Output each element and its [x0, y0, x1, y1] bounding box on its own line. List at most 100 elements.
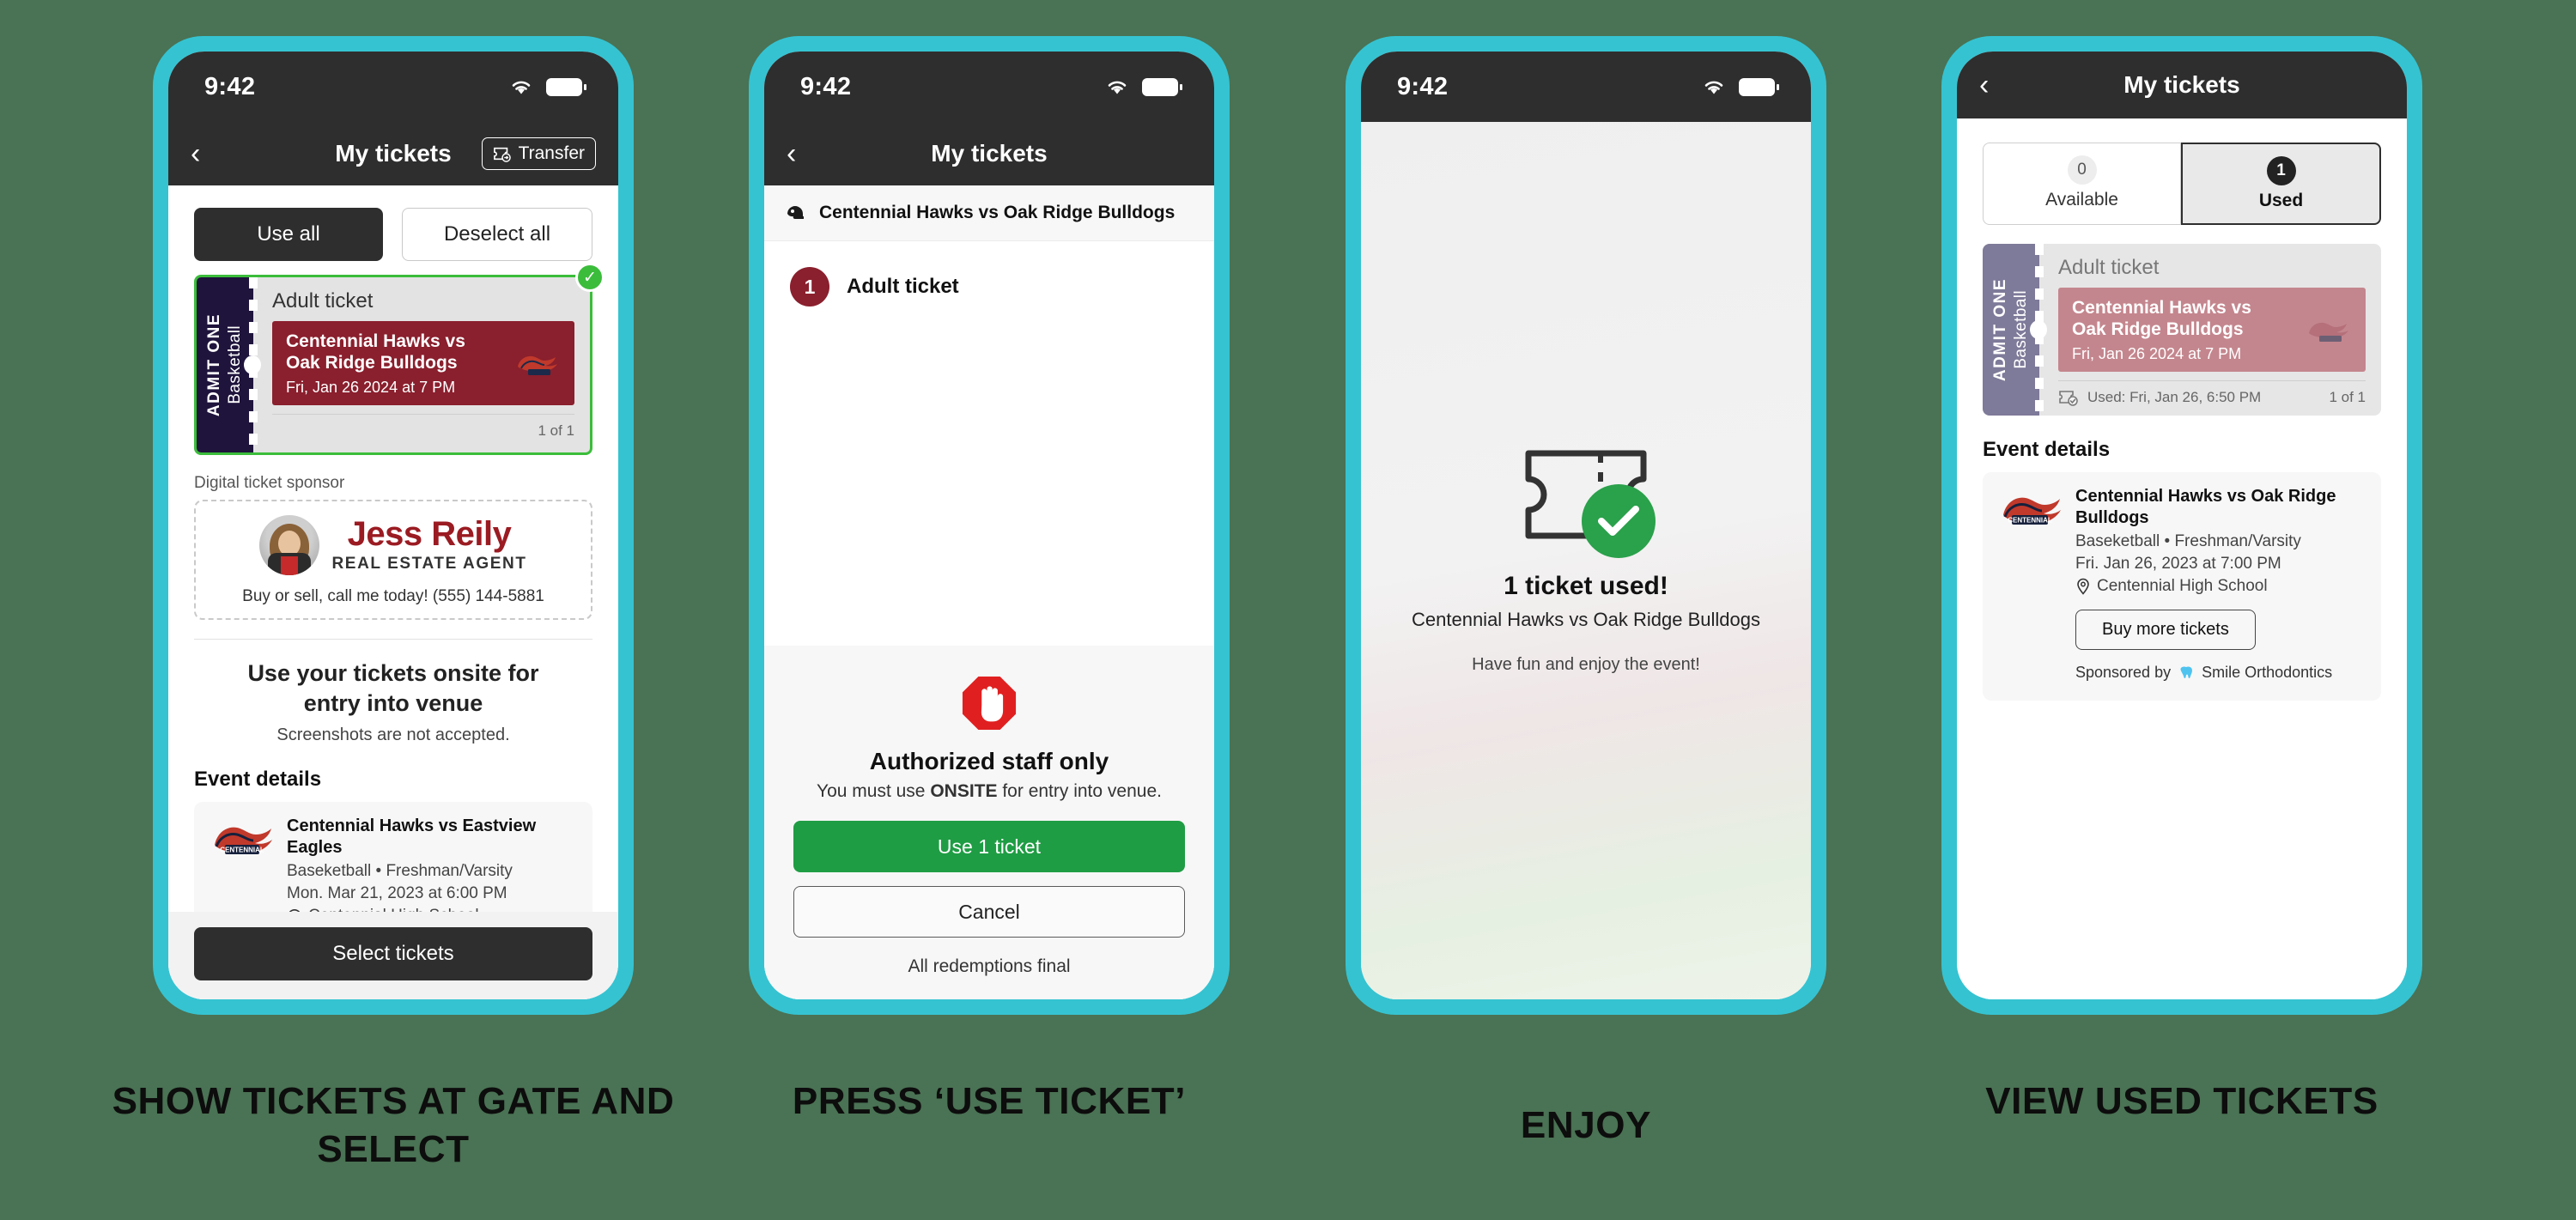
use-all-button[interactable]: Use all	[194, 208, 383, 261]
deselect-all-button[interactable]: Deselect all	[402, 208, 592, 261]
ticket-main: Adult ticket Centennial Hawks vs Oak Rid…	[253, 277, 590, 452]
ticket-stub: ADMIT ONE Basketball	[197, 277, 261, 452]
select-tickets-bar: Select tickets	[168, 912, 618, 999]
ticket-card[interactable]: ADMIT ONE Basketball Adult ticket Centen…	[194, 275, 592, 455]
confirm-sheet: Authorized staff only You must use ONSIT…	[764, 646, 1214, 999]
page-title: My tickets	[931, 140, 1048, 167]
ticket-count: 1 of 1	[2329, 389, 2366, 405]
wifi-icon	[512, 81, 531, 94]
location-pin-icon	[2077, 578, 2089, 595]
sponsor-name: Smile Orthodontics	[2202, 664, 2333, 681]
phone-3-enjoy: 9:42 1 ticket used! Centennial Hawks vs …	[1346, 36, 1826, 1015]
status-indicators	[1701, 77, 1779, 96]
event-datetime: Fri. Jan 26, 2023 at 7:00 PM	[2075, 555, 2281, 573]
onsite-subtitle: Screenshots are not accepted.	[276, 725, 510, 745]
ticket-main: Adult ticket Centennial Hawks vs Oak Rid…	[2039, 244, 2381, 416]
tab-available-label: Available	[2045, 190, 2118, 209]
battery-icon	[1142, 77, 1182, 96]
ticket-count: 1 of 1	[538, 422, 574, 439]
use-ticket-button[interactable]: Use 1 ticket	[793, 821, 1185, 872]
phone-3-screen: 9:42 1 ticket used! Centennial Hawks vs …	[1361, 52, 1811, 999]
buy-more-tickets-button[interactable]: Buy more tickets	[2075, 610, 2256, 650]
battery-icon	[546, 77, 586, 96]
tab-available[interactable]: 0 Available	[1983, 143, 2181, 225]
check-circle-icon[interactable]: ✓	[575, 263, 605, 292]
sponsor-row: Jess Reily REAL ESTATE AGENT	[208, 515, 579, 575]
ticket-used-icon	[2059, 391, 2078, 406]
status-bar: 9:42	[764, 52, 1214, 122]
used-ticket-card[interactable]: ADMIT ONE Basketball Adult ticket Centen…	[1983, 244, 2381, 416]
phone-4-screen: ‹ My tickets 0 Available 1 Used ADMIT ON…	[1957, 52, 2407, 999]
check-circle-icon	[1582, 484, 1656, 558]
sponsor-tagline: Buy or sell, call me today! (555) 144-58…	[242, 587, 544, 605]
checkmark-icon	[1598, 506, 1639, 536]
caption-step-3: ENJOY	[1520, 1104, 1652, 1146]
ticket-event-date: Fri, Jan 26 2024 at 7 PM	[2072, 344, 2242, 362]
phone-2-body: Centennial Hawks vs Oak Ridge Bulldogs 1…	[764, 185, 1214, 999]
ticket-qty-badge: 1	[790, 267, 829, 307]
sponsored-by-row: Sponsored by Smile Orthodontics	[2075, 664, 2366, 682]
sheet-subtitle: You must use ONSITE for entry into venue…	[793, 781, 1185, 802]
phone-1-show-tickets: 9:42 ‹ My tickets Transfer Use all Desel…	[153, 36, 634, 1015]
ticket-banner: Centennial Hawks vs Oak Ridge Bulldogs F…	[272, 321, 574, 405]
success-note: Have fun and enjoy the event!	[1472, 655, 1700, 674]
caption-step-2: PRESS ‘USE TICKET’	[792, 1080, 1187, 1122]
ticket-type: Adult ticket	[2058, 256, 2160, 279]
wifi-icon	[1108, 81, 1127, 94]
event-meta: Baseketball • Freshman/Varsity	[287, 862, 513, 881]
ticket-list: ADMIT ONE Basketball Adult ticket Centen…	[168, 263, 618, 455]
status-bar: 9:42	[168, 52, 618, 122]
back-button[interactable]: ‹	[1979, 70, 2014, 100]
sheet-sub-bold: ONSITE	[930, 781, 998, 801]
status-clock: 9:42	[204, 72, 256, 100]
event-details-card: CENTENNIAL Centennial Hawks vs Oak Ridge…	[1983, 472, 2381, 701]
ticket-line-label: Adult ticket	[847, 275, 959, 298]
status-indicators	[508, 77, 586, 96]
event-header-title: Centennial Hawks vs Oak Ridge Bulldogs	[819, 203, 1176, 222]
centennial-hawks-logo	[2309, 322, 2348, 342]
back-button[interactable]: ‹	[191, 139, 225, 168]
ticket-footer: 1 of 1	[272, 414, 574, 440]
sponsor-card[interactable]: Jess Reily REAL ESTATE AGENT Buy or sell…	[194, 500, 592, 620]
centennial-hawks-logo: CENTENNIAL	[2003, 497, 2061, 525]
stub-sport: Basketball	[226, 325, 244, 404]
sponsor-headshot	[259, 515, 320, 575]
cancel-button[interactable]: Cancel	[793, 886, 1185, 938]
ticket-banner: Centennial Hawks vs Oak Ridge Bulldogs F…	[2058, 288, 2366, 372]
event-details-text: Centennial Hawks vs Oak Ridge Bulldogs B…	[2075, 486, 2366, 682]
phone-1-navbar: ‹ My tickets Transfer	[168, 122, 618, 185]
wifi-icon	[1704, 81, 1723, 94]
sheet-sub-suffix: for entry into venue.	[997, 781, 1162, 801]
centennial-hawks-logo	[518, 355, 557, 375]
sponsor-name: Jess Reily	[347, 515, 512, 553]
sponsor-label: Digital ticket sponsor	[194, 474, 345, 492]
transfer-button[interactable]: Transfer	[481, 137, 596, 170]
redemptions-final-note: All redemptions final	[908, 956, 1071, 976]
ticket-check-icon	[1522, 446, 1656, 558]
event-venue-row: Centennial High School	[2075, 577, 2366, 596]
bulk-action-row: Use all Deselect all	[168, 185, 618, 275]
event-name: Centennial Hawks vs Oak Ridge Bulldogs	[2075, 487, 2336, 527]
phone-4-body: 0 Available 1 Used ADMIT ONE Basketball	[1957, 118, 2407, 999]
ticket-event-date: Fri, Jan 26 2024 at 7 PM	[286, 378, 456, 396]
select-tickets-button[interactable]: Select tickets	[194, 927, 592, 980]
ticket-line-item[interactable]: 1 Adult ticket	[764, 241, 1214, 332]
ticket-used-confirmation: 1 ticket used! Centennial Hawks vs Oak R…	[1361, 122, 1811, 999]
transfer-label: Transfer	[518, 143, 585, 163]
event-header-bar: Centennial Hawks vs Oak Ridge Bulldogs	[764, 185, 1214, 241]
phone-2-navbar: ‹ My tickets	[764, 122, 1214, 185]
caption-step-4: VIEW USED TICKETS	[1985, 1080, 2379, 1122]
tab-used[interactable]: 1 Used	[2181, 143, 2381, 225]
phone-4-view-used-tickets: ‹ My tickets 0 Available 1 Used ADMIT ON…	[1941, 36, 2422, 1015]
tooth-icon	[2180, 666, 2193, 678]
tab-used-count: 1	[2266, 156, 2296, 185]
page-title: My tickets	[2123, 71, 2240, 98]
back-button[interactable]: ‹	[787, 139, 821, 168]
stub-sport: Basketball	[2012, 290, 2030, 369]
tab-used-label: Used	[2258, 191, 2304, 210]
stop-hand-icon	[962, 676, 1017, 731]
ticket-type: Adult ticket	[272, 289, 374, 313]
success-title: 1 ticket used!	[1504, 572, 1668, 600]
svg-text:CENTENNIAL: CENTENNIAL	[2008, 517, 2052, 525]
battery-icon	[1739, 77, 1779, 96]
